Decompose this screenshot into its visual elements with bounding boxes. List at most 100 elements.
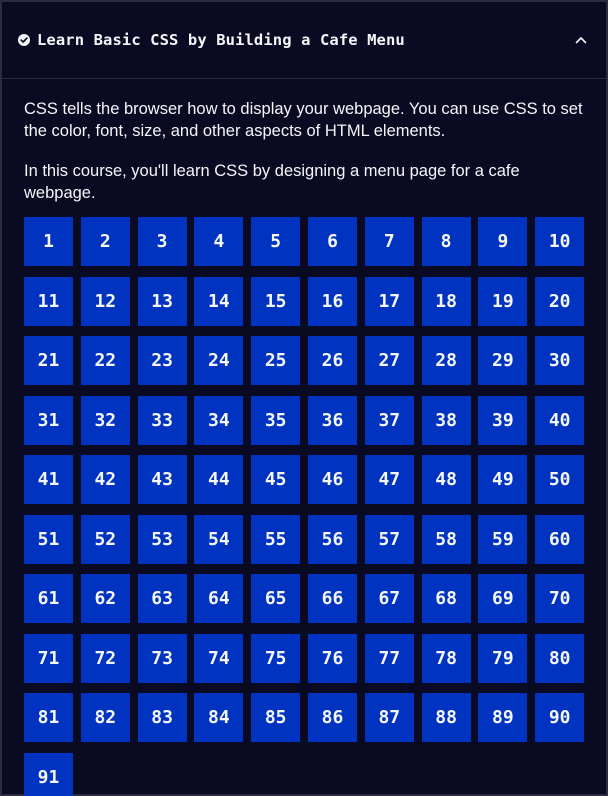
step-button[interactable]: 20 <box>535 276 585 326</box>
step-button[interactable]: 57 <box>364 514 414 564</box>
step-button[interactable]: 58 <box>421 514 471 564</box>
step-button[interactable]: 83 <box>137 693 187 742</box>
step-button[interactable]: 48 <box>421 455 471 504</box>
step-button[interactable]: 63 <box>137 574 187 623</box>
step-button[interactable]: 9 <box>478 217 528 266</box>
step-button[interactable]: 36 <box>307 395 357 445</box>
step-button[interactable]: 54 <box>194 514 244 564</box>
step-button[interactable]: 74 <box>194 633 244 683</box>
step-button[interactable]: 91 <box>24 752 73 796</box>
step-button[interactable]: 31 <box>24 395 73 445</box>
step-button[interactable]: 8 <box>421 217 471 266</box>
step-button[interactable]: 41 <box>24 455 73 504</box>
step-button[interactable]: 18 <box>421 276 471 326</box>
step-button[interactable]: 21 <box>24 336 73 385</box>
step-button[interactable]: 81 <box>24 693 73 742</box>
step-button[interactable]: 64 <box>194 574 244 623</box>
step-button[interactable]: 10 <box>535 217 585 266</box>
step-button[interactable]: 32 <box>80 395 130 445</box>
course-title: Learn Basic CSS by Building a Cafe Menu <box>37 31 405 49</box>
step-button[interactable]: 12 <box>80 276 130 326</box>
step-button[interactable]: 77 <box>364 633 414 683</box>
step-button[interactable]: 33 <box>137 395 187 445</box>
step-button[interactable]: 28 <box>421 336 471 385</box>
step-button[interactable]: 65 <box>251 574 301 623</box>
step-button[interactable]: 14 <box>194 276 244 326</box>
step-button[interactable]: 90 <box>535 693 585 742</box>
step-button[interactable]: 29 <box>478 336 528 385</box>
step-button[interactable]: 46 <box>307 455 357 504</box>
step-button[interactable]: 37 <box>364 395 414 445</box>
course-block: Learn Basic CSS by Building a Cafe Menu … <box>0 0 608 796</box>
step-button[interactable]: 6 <box>307 217 357 266</box>
step-button[interactable]: 26 <box>307 336 357 385</box>
step-button[interactable]: 87 <box>364 693 414 742</box>
step-button[interactable]: 86 <box>307 693 357 742</box>
step-button[interactable]: 53 <box>137 514 187 564</box>
step-button[interactable]: 76 <box>307 633 357 683</box>
step-button[interactable]: 60 <box>535 514 585 564</box>
step-button[interactable]: 38 <box>421 395 471 445</box>
step-button[interactable]: 25 <box>251 336 301 385</box>
course-description: CSS tells the browser how to display you… <box>24 100 583 140</box>
step-button[interactable]: 45 <box>251 455 301 504</box>
step-button[interactable]: 11 <box>24 276 73 326</box>
course-description-secondary: In this course, you'll learn CSS by desi… <box>24 162 520 202</box>
step-button[interactable]: 43 <box>137 455 187 504</box>
step-button[interactable]: 30 <box>535 336 585 385</box>
step-button[interactable]: 35 <box>251 395 301 445</box>
step-button[interactable]: 72 <box>80 633 130 683</box>
step-button[interactable]: 17 <box>364 276 414 326</box>
step-button[interactable]: 44 <box>194 455 244 504</box>
step-button[interactable]: 5 <box>251 217 301 266</box>
step-button[interactable]: 61 <box>24 574 73 623</box>
step-button[interactable]: 73 <box>137 633 187 683</box>
step-button[interactable]: 79 <box>478 633 528 683</box>
step-button[interactable]: 67 <box>364 574 414 623</box>
step-grid: 1 2 3 4 5 6 7 8 9 10 11 12 13 14 15 16 17 18 19 20 21 22 23 24 2… <box>24 217 585 796</box>
step-button[interactable]: 56 <box>307 514 357 564</box>
step-button[interactable]: 71 <box>24 633 73 683</box>
step-button[interactable]: 15 <box>251 276 301 326</box>
step-button[interactable]: 68 <box>421 574 471 623</box>
step-button[interactable]: 66 <box>307 574 357 623</box>
step-button[interactable]: 1 <box>24 217 73 266</box>
step-button[interactable]: 34 <box>194 395 244 445</box>
step-button[interactable]: 47 <box>364 455 414 504</box>
step-button[interactable]: 19 <box>478 276 528 326</box>
chevron-up-icon[interactable] <box>574 35 588 45</box>
step-button[interactable]: 42 <box>80 455 130 504</box>
step-button[interactable]: 27 <box>364 336 414 385</box>
step-button[interactable]: 84 <box>194 693 244 742</box>
check-circle-icon <box>18 34 30 46</box>
course-block-header[interactable]: Learn Basic CSS by Building a Cafe Menu <box>2 2 606 79</box>
step-button[interactable]: 88 <box>421 693 471 742</box>
step-button[interactable]: 70 <box>535 574 585 623</box>
step-button[interactable]: 51 <box>24 514 73 564</box>
step-button[interactable]: 16 <box>307 276 357 326</box>
step-button[interactable]: 80 <box>535 633 585 683</box>
step-button[interactable]: 39 <box>478 395 528 445</box>
step-button[interactable]: 7 <box>364 217 414 266</box>
step-button[interactable]: 82 <box>80 693 130 742</box>
step-button[interactable]: 59 <box>478 514 528 564</box>
step-button[interactable]: 75 <box>251 633 301 683</box>
step-button[interactable]: 2 <box>80 217 130 266</box>
step-button[interactable]: 85 <box>251 693 301 742</box>
step-button[interactable]: 24 <box>194 336 244 385</box>
step-button[interactable]: 4 <box>194 217 244 266</box>
step-button[interactable]: 13 <box>137 276 187 326</box>
step-button[interactable]: 40 <box>535 395 585 445</box>
step-button[interactable]: 23 <box>137 336 187 385</box>
step-button[interactable]: 62 <box>80 574 130 623</box>
step-button[interactable]: 3 <box>137 217 187 266</box>
step-button[interactable]: 69 <box>478 574 528 623</box>
step-button[interactable]: 78 <box>421 633 471 683</box>
step-button[interactable]: 50 <box>535 455 585 504</box>
step-button[interactable]: 89 <box>478 693 528 742</box>
step-button[interactable]: 22 <box>80 336 130 385</box>
step-button[interactable]: 55 <box>251 514 301 564</box>
course-block-body: CSS tells the browser how to display you… <box>2 79 606 796</box>
step-button[interactable]: 49 <box>478 455 528 504</box>
step-button[interactable]: 52 <box>80 514 130 564</box>
